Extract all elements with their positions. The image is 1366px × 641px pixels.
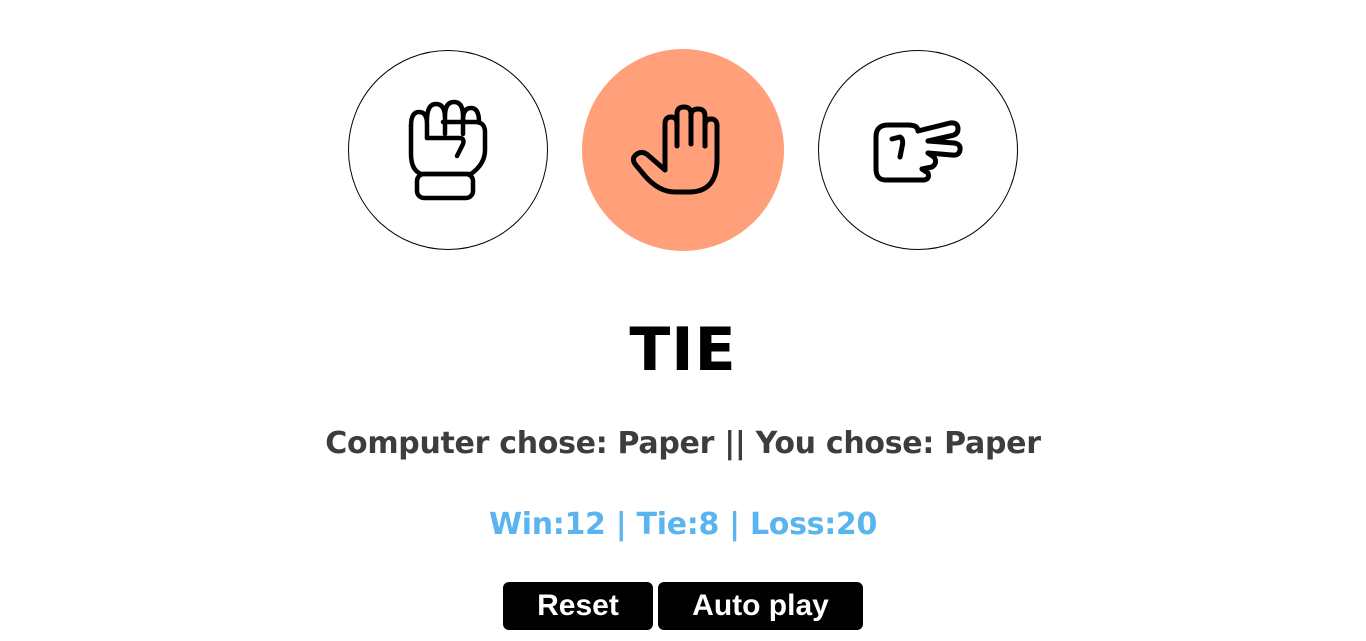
fist-icon xyxy=(408,99,488,201)
paper-button[interactable] xyxy=(582,49,784,251)
reset-button[interactable]: Reset xyxy=(503,582,653,630)
score-text: Win:12 | Tie:8 | Loss:20 xyxy=(488,507,878,542)
game-screen: TIE Computer chose: Paper || You chose: … xyxy=(0,0,1366,641)
open-hand-icon xyxy=(631,104,720,195)
rock-button[interactable] xyxy=(348,50,548,250)
scissors-hand-icon xyxy=(873,120,963,183)
scissors-button[interactable] xyxy=(818,50,1018,250)
auto-play-button[interactable]: Auto play xyxy=(658,582,863,630)
choice-row xyxy=(0,0,1366,260)
result-text: TIE xyxy=(629,315,737,385)
moves-text: Computer chose: Paper || You chose: Pape… xyxy=(325,426,1041,461)
